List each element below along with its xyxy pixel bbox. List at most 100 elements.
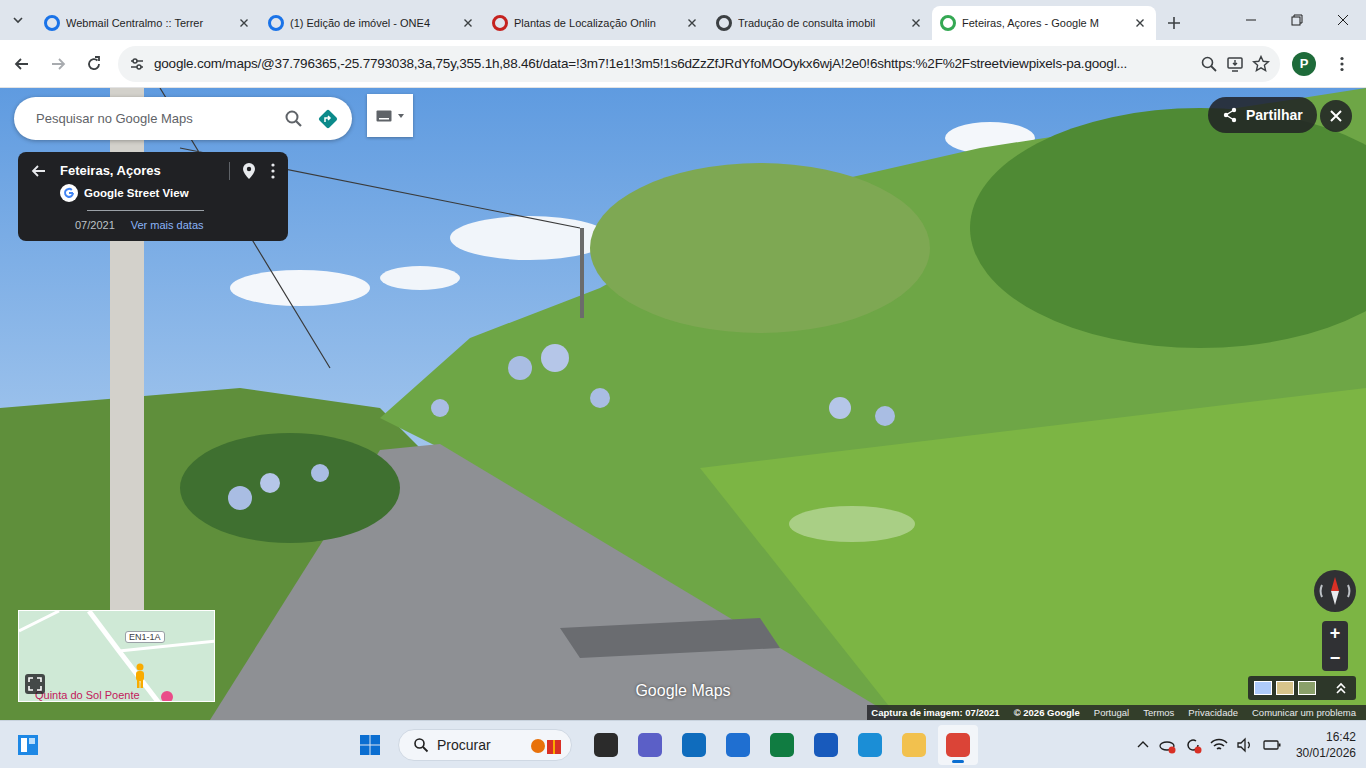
maps-search-box[interactable]: Pesquisar no Google Maps	[14, 97, 352, 140]
taskbar-app[interactable]	[894, 725, 934, 765]
google-maps-watermark: Google Maps	[0, 682, 1366, 700]
tab-label: Feteiras, Açores - Google M	[962, 17, 1126, 29]
browser-tab[interactable]: Feteiras, Açores - Google M	[932, 6, 1156, 40]
close-icon	[1329, 109, 1343, 123]
file-explorer-icon	[902, 733, 926, 757]
chrome-menu-button[interactable]	[1326, 48, 1358, 80]
minimap-map[interactable]	[19, 611, 215, 702]
screen: Webmail Centralmo :: Terrer (1) Edição de…	[0, 0, 1366, 768]
tab-label: Webmail Centralmo :: Terrer	[66, 17, 230, 29]
favicon-icon	[268, 15, 284, 31]
back-button[interactable]	[6, 48, 38, 80]
attribution-item[interactable]: Termos	[1143, 707, 1174, 718]
place-card: Feteiras, AçoresGoogle Street View07/202…	[18, 152, 288, 241]
taskbar-app[interactable]	[630, 725, 670, 765]
attribution-item: © 2026 Google	[1014, 707, 1080, 718]
site-settings-icon[interactable]	[128, 55, 146, 73]
street-view[interactable]: Pesquisar no Google Maps Feteiras, Açores…	[0, 88, 1366, 720]
attribution-item[interactable]: Portugal	[1094, 707, 1129, 718]
update-icon[interactable]	[1184, 736, 1202, 754]
taskbar-app[interactable]	[762, 725, 802, 765]
taskbar-app[interactable]	[718, 725, 758, 765]
minimize-icon	[1245, 14, 1257, 26]
expand-icon	[28, 677, 42, 691]
bookmark-star-icon[interactable]	[1252, 55, 1270, 73]
place-label: Quinta do Sol Poente	[35, 689, 140, 701]
road-label: EN1-1A	[125, 631, 165, 643]
reload-button[interactable]	[78, 48, 110, 80]
tab-label: Plantas de Localização Onlin	[514, 17, 678, 29]
forward-arrow-icon	[49, 55, 67, 73]
minimap[interactable]: EN1-1A Quinta do Sol Poente	[18, 610, 215, 702]
tab-label: Tradução de consulta imobil	[738, 17, 902, 29]
taskbar-app[interactable]	[806, 725, 846, 765]
layer-thumbnail[interactable]	[1298, 681, 1316, 695]
battery-icon[interactable]	[1262, 736, 1282, 754]
widgets-button[interactable]	[0, 733, 56, 757]
close-tab-icon[interactable]	[236, 15, 252, 31]
taskbar: Procurar 16:4230/01/2026	[0, 720, 1366, 768]
favicon-icon	[716, 15, 732, 31]
more-vertical-icon[interactable]	[270, 162, 276, 180]
zoom-icon[interactable]	[1200, 55, 1218, 73]
close-tab-icon[interactable]	[460, 15, 476, 31]
search-icon[interactable]	[284, 109, 304, 129]
address-bar[interactable]: google.com/maps/@37.796365,-25.7793038,3…	[118, 46, 1280, 82]
expand-minimap-button[interactable]	[25, 674, 45, 694]
layers-control[interactable]	[1248, 676, 1356, 700]
share-button[interactable]: Partilhar	[1208, 97, 1317, 133]
attribution-bar: Captura de imagem: 07/2021© 2026 GoogleP…	[867, 705, 1366, 720]
cloud-sync-icon[interactable]	[1158, 736, 1176, 754]
minimize-button[interactable]	[1228, 0, 1274, 40]
compass[interactable]	[1313, 569, 1357, 613]
more-dates-link[interactable]: Ver mais datas	[131, 219, 204, 231]
attribution-item[interactable]: Comunicar um problema	[1252, 707, 1356, 718]
directions-icon[interactable]	[316, 107, 340, 131]
start-button[interactable]	[350, 725, 390, 765]
back-arrow-icon[interactable]	[30, 162, 48, 180]
forward-button[interactable]	[42, 48, 74, 80]
taskbar-center: Procurar	[56, 725, 1136, 765]
wifi-icon[interactable]	[1210, 736, 1228, 754]
close-tab-icon[interactable]	[908, 15, 924, 31]
zoom-button[interactable]: +	[1322, 621, 1348, 646]
input-tools-button[interactable]	[367, 94, 413, 137]
gift-icon	[529, 733, 565, 757]
toolbar: google.com/maps/@37.796365,-25.7793038,3…	[0, 40, 1366, 88]
restore-button[interactable]	[1274, 0, 1320, 40]
volume-icon[interactable]	[1236, 736, 1254, 754]
pegman-icon[interactable]	[133, 663, 147, 689]
more-vertical-icon	[1333, 55, 1351, 73]
browser-tab[interactable]: Webmail Centralmo :: Terrer	[36, 6, 260, 40]
close-tab-icon[interactable]	[684, 15, 700, 31]
search-placeholder[interactable]: Pesquisar no Google Maps	[36, 111, 272, 126]
taskbar-app[interactable]	[850, 725, 890, 765]
install-app-icon[interactable]	[1226, 55, 1244, 73]
excel-icon	[770, 733, 794, 757]
show-hidden-icons-icon[interactable]	[1136, 738, 1150, 752]
tab-search-button[interactable]	[0, 0, 36, 40]
close-tab-icon[interactable]	[1132, 15, 1148, 31]
taskbar-app[interactable]	[938, 725, 978, 765]
taskbar-app[interactable]	[674, 725, 714, 765]
close-street-view-button[interactable]	[1320, 100, 1352, 132]
browser-tab[interactable]: Tradução de consulta imobil	[708, 6, 932, 40]
profile-avatar[interactable]: P	[1292, 52, 1316, 76]
layer-thumbnail[interactable]	[1276, 681, 1294, 695]
edge-icon	[858, 733, 882, 757]
taskbar-search[interactable]: Procurar	[398, 729, 572, 761]
pin-icon[interactable]	[242, 162, 256, 180]
clock[interactable]: 16:4230/01/2026	[1290, 729, 1360, 761]
new-tab-button[interactable]	[1156, 6, 1192, 40]
active-indicator	[952, 760, 964, 763]
layer-thumbnail[interactable]	[1254, 681, 1272, 695]
close-window-button[interactable]	[1320, 0, 1366, 40]
share-icon	[1222, 107, 1238, 123]
taskbar-app[interactable]	[586, 725, 626, 765]
zoom-button[interactable]: −	[1322, 646, 1348, 671]
attribution-item[interactable]: Privacidade	[1188, 707, 1238, 718]
browser-tab[interactable]: (1) Edição de imóvel - ONE4	[260, 6, 484, 40]
url-text[interactable]: google.com/maps/@37.796365,-25.7793038,3…	[154, 56, 1192, 71]
browser-tab[interactable]: Plantas de Localização Onlin	[484, 6, 708, 40]
expand-up-icon[interactable]	[1334, 681, 1348, 695]
